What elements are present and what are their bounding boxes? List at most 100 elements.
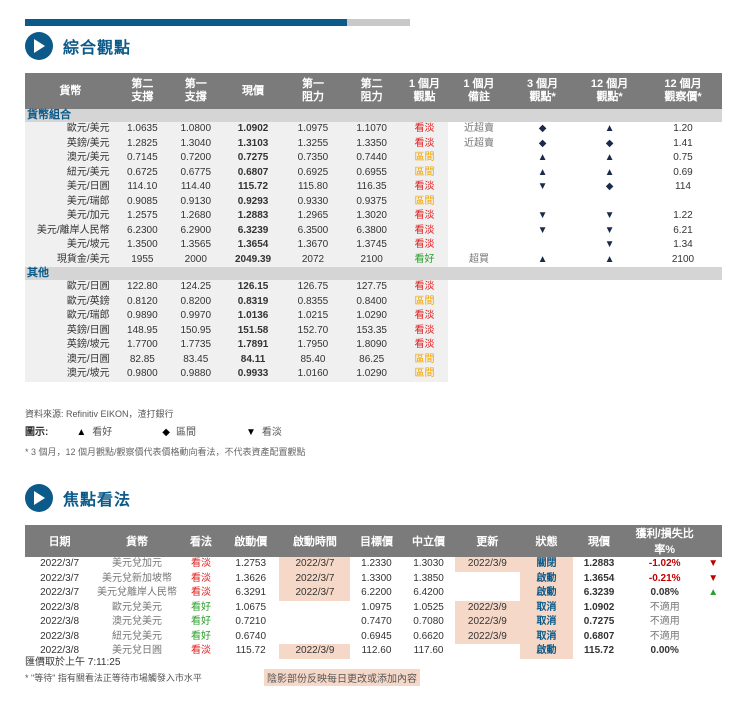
cell-support1: 0.9130 (169, 194, 223, 209)
cell-support1: 1.2680 (169, 209, 223, 224)
cell-remark-1m (447, 323, 511, 338)
focus-header-10: 獲利/損失比率% (625, 525, 705, 557)
overview-header-5: 第二 阻力 (342, 73, 402, 109)
cell-entry-price: 0.7210 (235, 616, 267, 628)
focus-header-6: 中立價 (402, 525, 455, 557)
cell-entry-price: 1.2753 (235, 558, 267, 570)
cell-trend-icon (704, 615, 722, 630)
cell-view-3m: ◆ (510, 136, 576, 151)
cell-view-1m: 看淡 (401, 223, 448, 238)
cell-price: 0.6807 (222, 165, 284, 180)
cell-entry-time: 2022/3/7 (279, 586, 351, 601)
cell-remark-1m (447, 151, 511, 166)
cell-view: 看好 (190, 616, 211, 628)
cell-remark-1m (447, 367, 511, 382)
cell-view-3m: ▲ (510, 165, 576, 180)
table-row: 英鎊/日圓 148.95 150.95 151.58 152.70 153.35 看淡 (25, 323, 722, 338)
overview-header-10: 12 個月 觀察價* (643, 73, 722, 109)
cell-pair: 美元/瑞郎 (25, 194, 116, 209)
cell-view-3m: ▲ (510, 252, 576, 267)
cell-status: 取消 (520, 615, 573, 630)
focus-header-2: 看法 (179, 525, 222, 557)
cell-remark-1m (447, 194, 511, 209)
cell-view-3m (510, 280, 576, 295)
legend-item-bullish: ▲ 看好 (76, 427, 113, 438)
cell-remark-1m: 超買 (447, 252, 511, 267)
table-row: 2022/3/7 美元兌加元 看淡 1.2753 2022/3/7 1.2330 1.303… (25, 557, 722, 572)
cell-view-1m: 區間 (401, 194, 448, 209)
cell-view-12m: ▲ (575, 165, 644, 180)
cell-target-12m: 1.20 (643, 122, 722, 137)
cell-resist2: 0.7440 (342, 151, 402, 166)
cell-remark-1m (447, 238, 511, 253)
cell-target-price: 1.3300 (361, 572, 392, 584)
cell-resist1: 0.8355 (283, 294, 343, 309)
cell-view-3m (510, 352, 576, 367)
cell-price: 1.2883 (222, 209, 284, 224)
cell-price: 126.15 (222, 280, 284, 295)
cell-resist2: 2100 (342, 252, 402, 267)
cell-resist1: 1.3670 (283, 238, 343, 253)
cell-price: 1.0902 (222, 122, 284, 137)
cell-pair: 英鎊/坡元 (25, 338, 116, 353)
cell-view-12m (575, 323, 644, 338)
cell-price: 84.11 (222, 352, 284, 367)
legend-item-range: ◆ 區間 (162, 427, 196, 438)
cell-updated: 2022/3/9 (454, 629, 521, 644)
cell-view-12m: ▲ (575, 151, 644, 166)
cell-currency: 紐元兌美元 (112, 630, 163, 642)
table-row: 英鎊/坡元 1.7700 1.7735 1.7891 1.7950 1.8090 看淡 (25, 338, 722, 353)
table-row: 2022/3/8 紐元兌美元 看好 0.6740 0.6945 0.6620 2022/3/… (25, 629, 722, 644)
cell-entry-time: 2022/3/7 (279, 557, 351, 572)
cell-target-12m (643, 338, 722, 353)
cell-view-3m (510, 194, 576, 209)
cell-view-3m (510, 323, 576, 338)
section1-header: 綜合觀點 (25, 32, 131, 60)
cell-remark-1m (447, 209, 511, 224)
cell-support1: 1.7735 (169, 338, 223, 353)
cell-view-1m: 區間 (401, 165, 448, 180)
cell-support2: 122.80 (115, 280, 170, 295)
cell-target-12m: 1.22 (643, 209, 722, 224)
cell-view: 看淡 (190, 558, 211, 570)
cell-neutral-price: 0.6620 (413, 630, 444, 642)
cell-support2: 114.10 (115, 180, 170, 195)
overview-header-8: 3 個月 觀點* (510, 73, 576, 109)
cell-resist1: 2072 (283, 252, 343, 267)
section1-title: 綜合觀點 (63, 40, 132, 57)
cell-resist2: 1.1070 (342, 122, 402, 137)
table-row: 美元/坡元 1.3500 1.3565 1.3654 1.3670 1.3745 看淡 ▼ 1.… (25, 238, 722, 253)
cell-resist2: 127.75 (342, 280, 402, 295)
cell-price: 0.6807 (583, 630, 615, 642)
cell-resist1: 1.0160 (283, 367, 343, 382)
cell-support1: 6.2900 (169, 223, 223, 238)
cell-view-1m: 看淡 (401, 136, 448, 151)
cell-view-1m: 看淡 (401, 323, 448, 338)
cell-support2: 82.85 (115, 352, 170, 367)
table-row: 現貨金/美元 1955 2000 2049.39 2072 2100 看好 超買 ▲ ▲ 2100 (25, 252, 722, 267)
focus-header-9: 現價 (572, 525, 626, 557)
focus-header-0: 日期 (25, 525, 95, 557)
table-row: 2022/3/8 澳元兌美元 看好 0.7210 0.7470 0.7080 2022/3/… (25, 615, 722, 630)
cell-support2: 1.2825 (115, 136, 170, 151)
legend-label: 圖示: (25, 427, 49, 438)
cell-remark-1m (447, 180, 511, 195)
cell-price: 115.72 (584, 645, 615, 657)
cell-resist2: 1.0290 (342, 309, 402, 324)
cell-pair: 澳元/坡元 (25, 367, 116, 382)
cell-view-12m (575, 280, 644, 295)
cell-remark-1m (447, 338, 511, 353)
cell-support1: 83.45 (169, 352, 223, 367)
cell-resist1: 115.80 (283, 180, 343, 195)
cell-support1: 124.25 (169, 280, 223, 295)
triangle-down-icon: ▼ (245, 427, 256, 438)
cell-currency: 歐元兌美元 (112, 601, 163, 613)
cell-pair: 澳元/美元 (25, 151, 116, 166)
cell-view-1m: 看淡 (401, 122, 448, 137)
cell-support1: 0.7200 (169, 151, 223, 166)
cell-view-1m: 看淡 (401, 309, 448, 324)
cell-support2: 148.95 (115, 323, 170, 338)
cell-updated (455, 644, 521, 659)
group-heading: 其他 (25, 267, 722, 280)
cell-view-12m: ◆ (575, 136, 644, 151)
